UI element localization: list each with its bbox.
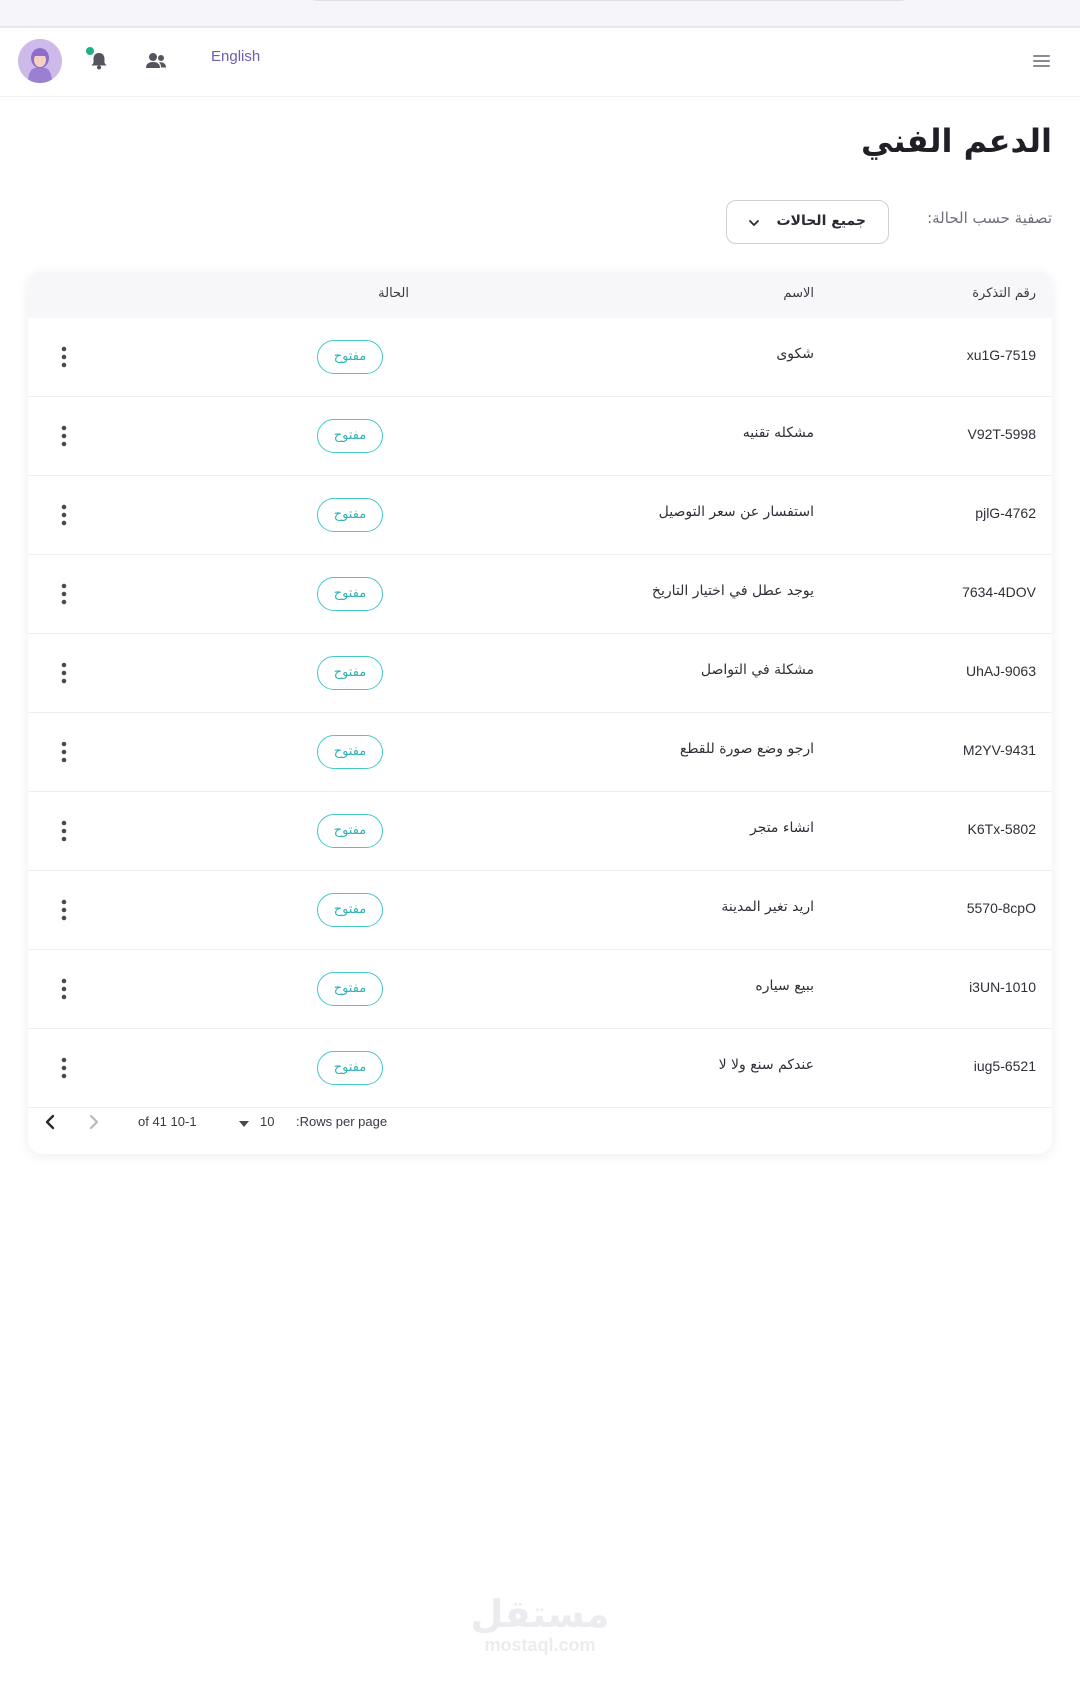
chevron-left-icon[interactable] bbox=[42, 1112, 58, 1132]
status-badge: مفتوح bbox=[317, 1051, 383, 1085]
more-vertical-icon[interactable] bbox=[58, 660, 70, 686]
status-filter-select[interactable]: جميع الحالات bbox=[726, 200, 889, 244]
ticket-name: مشكله تقنيه bbox=[742, 425, 814, 441]
ticket-id: 7634-4DOV bbox=[962, 584, 1036, 600]
more-vertical-icon[interactable] bbox=[58, 581, 70, 607]
status-badge: مفتوح bbox=[317, 340, 383, 374]
ticket-id: M2YV-9431 bbox=[962, 742, 1036, 758]
status-badge: مفتوح bbox=[317, 656, 383, 690]
notifications-bell-button[interactable] bbox=[86, 47, 112, 73]
more-vertical-icon[interactable] bbox=[58, 423, 70, 449]
status-badge: مفتوح bbox=[317, 498, 383, 532]
status-badge: مفتوح bbox=[317, 577, 383, 611]
pagination-range: of 41 10-1 bbox=[138, 1114, 197, 1129]
users-button[interactable] bbox=[143, 48, 169, 74]
ticket-id: i3UN-1010 bbox=[969, 979, 1036, 995]
user-avatar[interactable] bbox=[18, 39, 62, 83]
ticket-name: ببيع سياره bbox=[755, 978, 814, 994]
menu-lines bbox=[1033, 55, 1050, 67]
page-title: الدعم الفني bbox=[860, 122, 1052, 160]
table-row[interactable]: 7634-4DOV يوجد عطل في اختيار التاريخ مفت… bbox=[28, 555, 1052, 634]
rows-per-page-value: 10 bbox=[260, 1114, 275, 1129]
status-badge: مفتوح bbox=[317, 893, 383, 927]
table-row[interactable]: K6Tx-5802 انشاء متجر مفتوح bbox=[28, 792, 1052, 871]
table-body: xu1G-7519 شكوى مفتوح V92T-5998 مشكله تقن… bbox=[28, 318, 1052, 1108]
rows-per-page-select[interactable]: 10 bbox=[238, 1110, 288, 1136]
table-pagination: :Rows per page 10 of 41 10-1 bbox=[28, 1098, 1052, 1154]
hamburger-menu-icon[interactable] bbox=[1032, 53, 1052, 69]
language-switch-link[interactable]: English bbox=[211, 48, 260, 65]
table-row[interactable]: UhAJ-9063 مشكلة في التواصل مفتوح bbox=[28, 634, 1052, 713]
ticket-id: V92T-5998 bbox=[967, 426, 1037, 442]
ticket-name: ارجو وضع صورة للقطع bbox=[679, 741, 814, 757]
caret-down-icon bbox=[239, 1121, 249, 1127]
more-vertical-icon[interactable] bbox=[58, 1055, 70, 1081]
column-header-status[interactable]: الحالة bbox=[378, 286, 409, 301]
ticket-name: عندكم سنع ولا لا bbox=[718, 1057, 814, 1073]
ticket-name: مشكلة في التواصل bbox=[700, 662, 814, 678]
ticket-name: انشاء متجر bbox=[749, 820, 814, 836]
app-header: English bbox=[0, 28, 1080, 97]
status-badge: مفتوح bbox=[317, 814, 383, 848]
table-row[interactable]: xu1G-7519 شكوى مفتوح bbox=[28, 318, 1052, 397]
ticket-name: يوجد عطل في اختيار التاريخ bbox=[651, 583, 814, 599]
chevron-down-icon bbox=[749, 220, 759, 226]
address-bar-edge bbox=[304, 0, 914, 1]
ticket-name: اريد تغير المدينة bbox=[721, 899, 814, 915]
ticket-id: UhAJ-9063 bbox=[965, 663, 1036, 679]
status-badge: مفتوح bbox=[317, 735, 383, 769]
more-vertical-icon[interactable] bbox=[58, 344, 70, 370]
column-header-ticket[interactable]: رقم التذكرة bbox=[972, 286, 1036, 301]
table-row[interactable]: V92T-5998 مشكله تقنيه مفتوح bbox=[28, 397, 1052, 476]
people-icon bbox=[146, 53, 166, 68]
table-row[interactable]: i3UN-1010 ببيع سياره مفتوح bbox=[28, 950, 1052, 1029]
status-badge: مفتوح bbox=[317, 972, 383, 1006]
watermark-latin: mostaql.com bbox=[484, 1635, 596, 1655]
ticket-id: pjlG-4762 bbox=[975, 505, 1036, 521]
column-header-name[interactable]: الاسم bbox=[783, 286, 814, 301]
chevron-right-icon[interactable] bbox=[86, 1112, 102, 1132]
ticket-name: استفسار عن سعر التوصيل bbox=[658, 504, 814, 520]
watermark-logo: مستقل mostaql.com bbox=[440, 1592, 640, 1662]
table-row[interactable]: iug5-6521 عندكم سنع ولا لا مفتوح bbox=[28, 1029, 1052, 1108]
ticket-id: xu1G-7519 bbox=[966, 347, 1036, 363]
rows-per-page-label: :Rows per page bbox=[296, 1114, 388, 1129]
status-badge: مفتوح bbox=[317, 419, 383, 453]
watermark-arabic: مستقل bbox=[470, 1592, 610, 1636]
status-filter-value: جميع الحالات bbox=[776, 213, 866, 229]
more-vertical-icon[interactable] bbox=[58, 502, 70, 528]
ticket-id: K6Tx-5802 bbox=[967, 821, 1036, 837]
avatar-illustration bbox=[18, 39, 62, 83]
table-row[interactable]: M2YV-9431 ارجو وضع صورة للقطع مفتوح bbox=[28, 713, 1052, 792]
table-row[interactable]: pjlG-4762 استفسار عن سعر التوصيل مفتوح bbox=[28, 476, 1052, 555]
status-filter-label: تصفية حسب الحالة: bbox=[927, 209, 1052, 227]
ticket-id: iug5-6521 bbox=[973, 1058, 1036, 1074]
more-vertical-icon[interactable] bbox=[58, 897, 70, 923]
notification-dot bbox=[86, 47, 94, 55]
browser-top-strip bbox=[0, 0, 1080, 28]
ticket-id: 5570-8cpO bbox=[966, 900, 1036, 916]
table-row[interactable]: 5570-8cpO اريد تغير المدينة مفتوح bbox=[28, 871, 1052, 950]
more-vertical-icon[interactable] bbox=[58, 976, 70, 1002]
more-vertical-icon[interactable] bbox=[58, 739, 70, 765]
ticket-name: شكوى bbox=[776, 346, 814, 362]
more-vertical-icon[interactable] bbox=[58, 818, 70, 844]
table-header: رقم التذكرة الاسم الحالة bbox=[28, 272, 1052, 318]
tickets-table: رقم التذكرة الاسم الحالة xu1G-7519 شكوى … bbox=[28, 272, 1052, 1154]
